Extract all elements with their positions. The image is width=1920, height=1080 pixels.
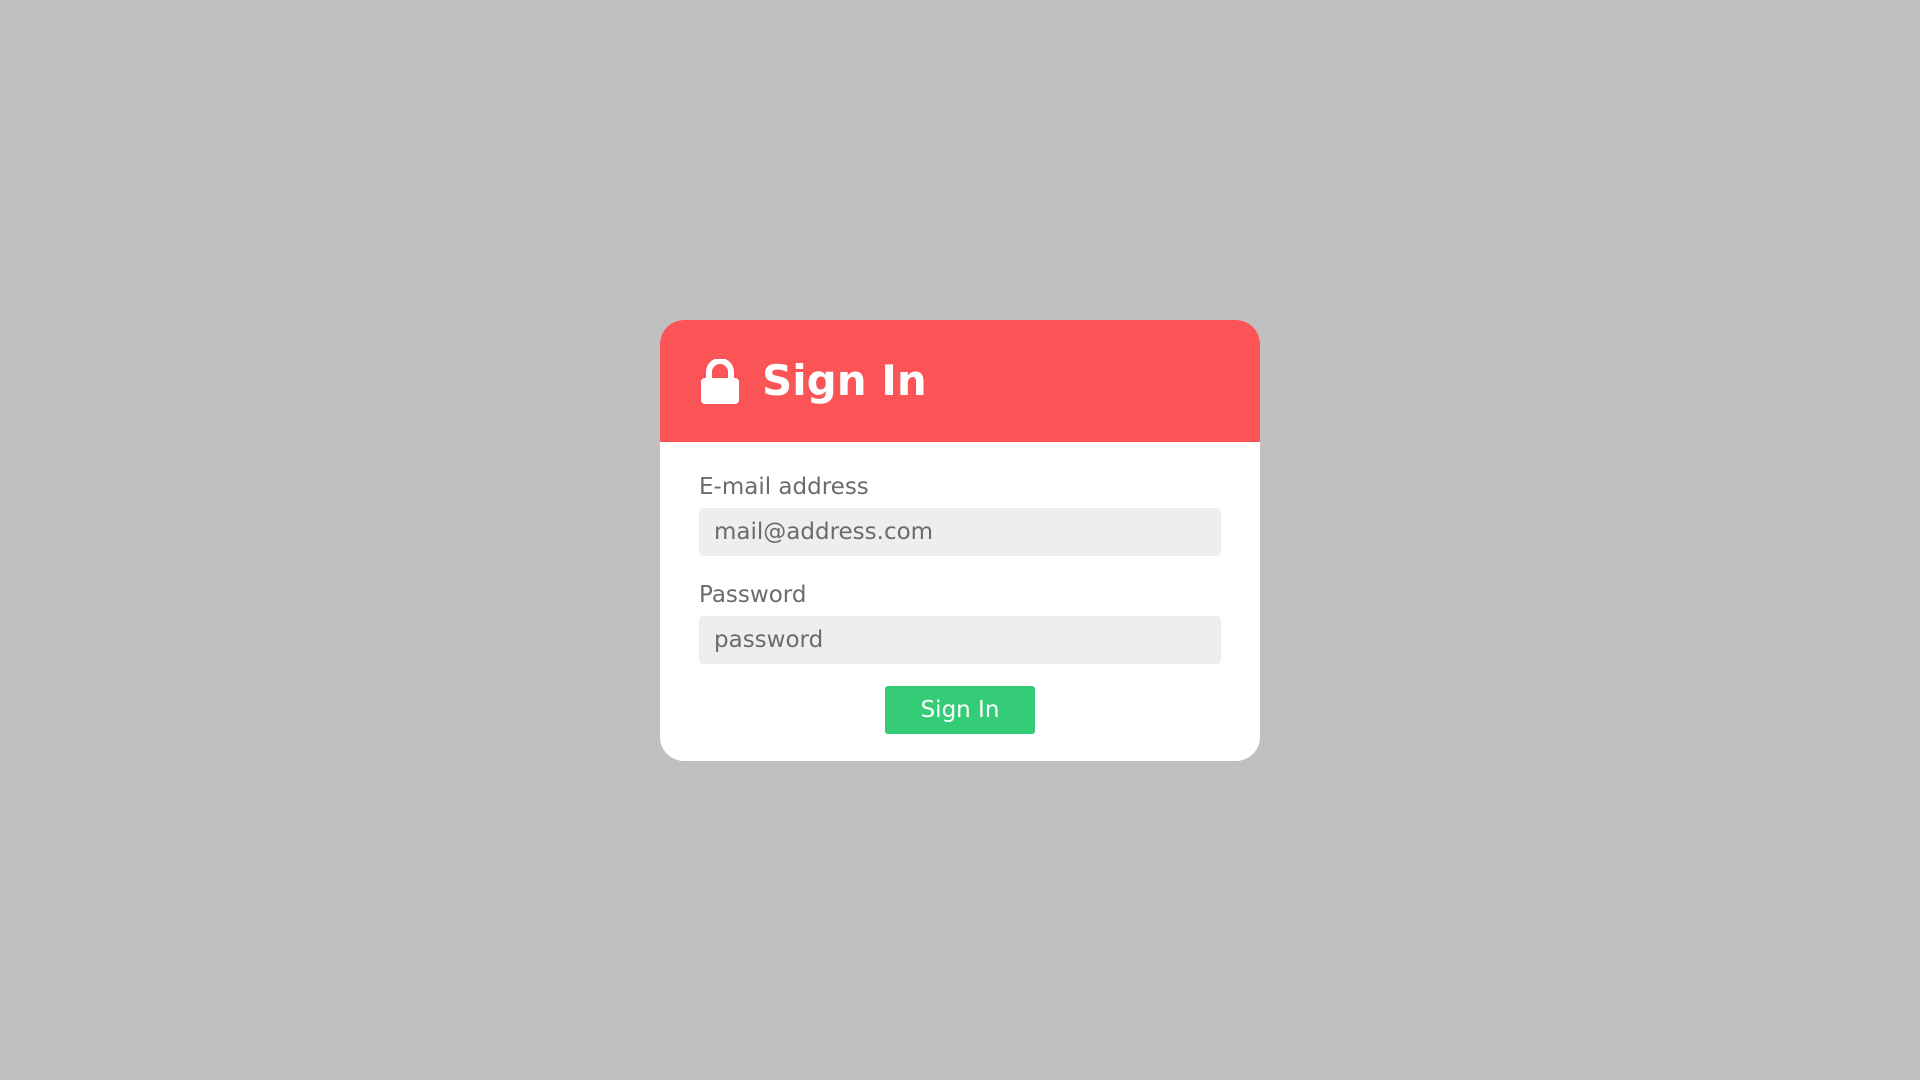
page: Sign In E-mail address Password Sign In [0, 0, 1920, 1080]
submit-row: Sign In [699, 686, 1221, 734]
password-field[interactable] [699, 616, 1221, 664]
email-field-group: E-mail address [699, 472, 1221, 556]
email-field[interactable] [699, 508, 1221, 556]
sign-in-form: E-mail address Password Sign In [660, 442, 1260, 734]
sign-in-button[interactable]: Sign In [885, 686, 1035, 734]
sign-in-card: Sign In E-mail address Password Sign In [660, 320, 1260, 761]
password-field-group: Password [699, 580, 1221, 664]
card-header: Sign In [660, 320, 1260, 442]
email-label: E-mail address [699, 474, 869, 500]
page-title: Sign In [762, 356, 927, 405]
lock-icon [700, 358, 740, 405]
password-label: Password [699, 582, 807, 608]
